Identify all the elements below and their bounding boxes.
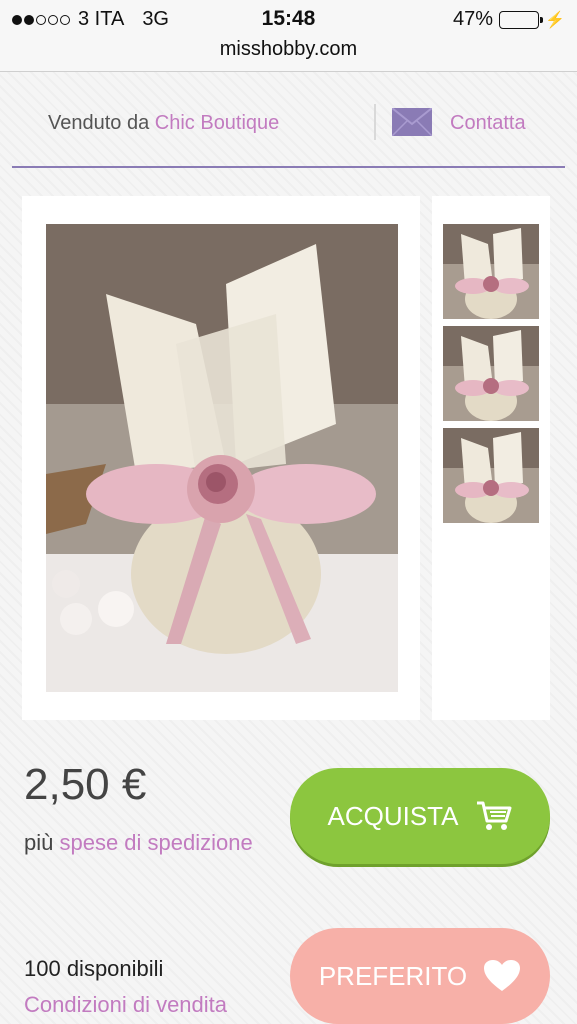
battery-status: 47% ⚡ bbox=[453, 8, 565, 31]
vertical-divider bbox=[374, 104, 376, 140]
address-bar-url[interactable]: misshobby.com bbox=[0, 38, 577, 61]
thumbnail-strip bbox=[432, 196, 550, 720]
cart-icon bbox=[477, 801, 512, 830]
seller-info: Venduto da Chic Boutique bbox=[48, 112, 279, 135]
battery-icon bbox=[499, 10, 544, 29]
sold-by-label: Venduto da bbox=[48, 112, 150, 134]
buy-button-label: ACQUISTA bbox=[327, 800, 459, 831]
shipping-info: più spese di spedizione bbox=[24, 824, 274, 862]
sale-conditions-link[interactable]: Condizioni di vendita bbox=[24, 992, 227, 1018]
status-bar: 3 ITA 3G 15:48 47% ⚡ misshobby.com bbox=[0, 0, 577, 72]
product-price: 2,50 € bbox=[24, 760, 147, 809]
thumbnail-2[interactable] bbox=[443, 326, 539, 421]
favorite-button-label: PREFERITO bbox=[318, 960, 468, 991]
charging-bolt-icon: ⚡ bbox=[545, 11, 565, 29]
battery-percent: 47% bbox=[453, 8, 494, 30]
main-image-panel bbox=[22, 196, 420, 720]
availability-text: 100 disponibili bbox=[24, 956, 164, 981]
shop-link[interactable]: Chic Boutique bbox=[155, 112, 280, 134]
shipping-prefix: più bbox=[24, 830, 54, 855]
product-main-image[interactable] bbox=[46, 224, 398, 692]
thumbnail-1[interactable] bbox=[443, 224, 539, 319]
envelope-icon[interactable] bbox=[392, 108, 432, 136]
thumbnail-3[interactable] bbox=[443, 428, 539, 523]
contact-link[interactable]: Contatta bbox=[450, 112, 526, 135]
shipping-costs-link[interactable]: spese di spedizione bbox=[59, 830, 252, 855]
favorite-button[interactable]: PREFERITO bbox=[290, 928, 550, 1024]
heart-icon bbox=[484, 960, 521, 991]
buy-button[interactable]: ACQUISTA bbox=[290, 768, 550, 864]
seller-bar: Venduto da Chic Boutique Contatta bbox=[12, 86, 565, 168]
